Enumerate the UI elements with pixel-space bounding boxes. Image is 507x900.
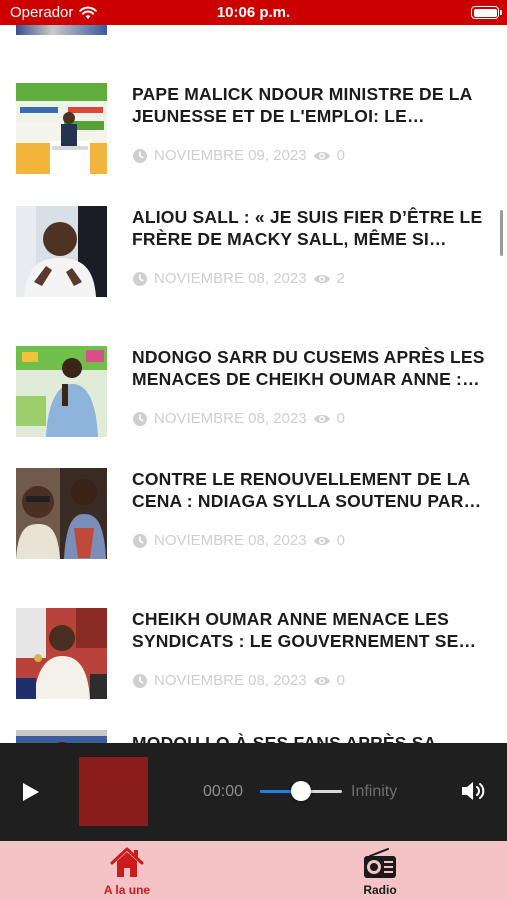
news-feed[interactable]: PAPE MALICK NDOUR MINISTRE DE LA JEUNESS… bbox=[0, 25, 507, 743]
tab-radio[interactable]: Radio bbox=[320, 841, 440, 900]
article-date: NOVIEMBRE 08, 2023 bbox=[154, 532, 307, 549]
play-icon[interactable] bbox=[18, 780, 42, 804]
status-bar: Operador 10:06 p.m. bbox=[0, 0, 507, 25]
article-title[interactable]: PAPE MALICK NDOUR MINISTRE DE LA JEUNESS… bbox=[132, 83, 497, 127]
clock-icon bbox=[133, 148, 147, 163]
article-views: 0 bbox=[336, 147, 345, 164]
article-date: NOVIEMBRE 08, 2023 bbox=[154, 270, 307, 287]
scroll-indicator[interactable] bbox=[500, 210, 503, 256]
progress-slider[interactable] bbox=[260, 781, 342, 801]
article-title[interactable]: CHEIKH OUMAR ANNE MENACE LES SYNDICATS :… bbox=[132, 608, 497, 652]
article-meta: NOVIEMBRE 08, 2023 2 bbox=[132, 270, 345, 287]
eye-icon bbox=[313, 676, 330, 685]
article-views: 0 bbox=[336, 410, 345, 427]
article-views: 0 bbox=[336, 532, 345, 549]
radio-icon bbox=[364, 848, 396, 878]
article-item[interactable]: ALIOU SALL : « JE SUIS FIER D’ÊTRE LE FR… bbox=[0, 206, 507, 326]
article-date: NOVIEMBRE 09, 2023 bbox=[154, 147, 307, 164]
tab-label: Radio bbox=[363, 883, 397, 897]
article-item[interactable]: CONTRE LE RENOUVELLEMENT DE LA CENA : ND… bbox=[0, 468, 507, 588]
article-thumbnail[interactable] bbox=[16, 608, 107, 699]
article-thumbnail-partial bbox=[16, 25, 107, 35]
article-title[interactable]: ALIOU SALL : « JE SUIS FIER D’ÊTRE LE FR… bbox=[132, 206, 497, 250]
battery-icon bbox=[471, 6, 502, 19]
eye-icon bbox=[313, 536, 330, 545]
article-title[interactable]: CONTRE LE RENOUVELLEMENT DE LA CENA : ND… bbox=[132, 468, 497, 512]
tab-a-la-une[interactable]: A la une bbox=[67, 841, 187, 900]
audio-player: 00:00 Infinity bbox=[0, 743, 507, 841]
article-meta: NOVIEMBRE 08, 2023 0 bbox=[132, 532, 345, 549]
article-item[interactable]: CHEIKH OUMAR ANNE MENACE LES SYNDICATS :… bbox=[0, 608, 507, 728]
eye-icon bbox=[313, 151, 330, 160]
clock-icon bbox=[133, 533, 147, 548]
eye-icon bbox=[313, 414, 330, 423]
home-icon bbox=[110, 847, 144, 877]
article-meta: NOVIEMBRE 09, 2023 0 bbox=[132, 147, 345, 164]
clock-icon bbox=[133, 271, 147, 286]
article-item[interactable]: NDONGO SARR DU CUSEMS APRÈS LES MENACES … bbox=[0, 346, 507, 466]
article-thumbnail[interactable] bbox=[16, 83, 107, 174]
clock: 10:06 p.m. bbox=[216, 4, 291, 21]
article-title[interactable]: MODOU LO À SES FANS APRÈS SA bbox=[132, 732, 497, 743]
clock-icon bbox=[133, 673, 147, 688]
article-views: 2 bbox=[336, 270, 345, 287]
eye-icon bbox=[313, 274, 330, 283]
article-thumbnail[interactable] bbox=[16, 346, 107, 437]
article-item[interactable]: MODOU LO À SES FANS APRÈS SA bbox=[0, 730, 507, 743]
article-thumbnail[interactable] bbox=[16, 468, 107, 559]
speaker-icon[interactable] bbox=[460, 779, 488, 803]
tab-label: A la une bbox=[103, 883, 151, 897]
now-playing-artwork bbox=[79, 757, 148, 826]
article-thumbnail[interactable] bbox=[16, 206, 107, 297]
slider-thumb[interactable] bbox=[291, 781, 311, 801]
tab-bar: A la une Radio bbox=[0, 841, 507, 900]
article-title[interactable]: NDONGO SARR DU CUSEMS APRÈS LES MENACES … bbox=[132, 346, 497, 390]
clock-icon bbox=[133, 411, 147, 426]
article-meta: NOVIEMBRE 08, 2023 0 bbox=[132, 410, 345, 427]
article-views: 0 bbox=[336, 672, 345, 689]
article-date: NOVIEMBRE 08, 2023 bbox=[154, 410, 307, 427]
article-meta: NOVIEMBRE 08, 2023 0 bbox=[132, 672, 345, 689]
article-item[interactable]: PAPE MALICK NDOUR MINISTRE DE LA JEUNESS… bbox=[0, 83, 507, 203]
article-thumbnail[interactable] bbox=[16, 730, 107, 743]
current-time: 00:00 bbox=[203, 783, 244, 800]
total-time: Infinity bbox=[351, 783, 398, 800]
article-date: NOVIEMBRE 08, 2023 bbox=[154, 672, 307, 689]
